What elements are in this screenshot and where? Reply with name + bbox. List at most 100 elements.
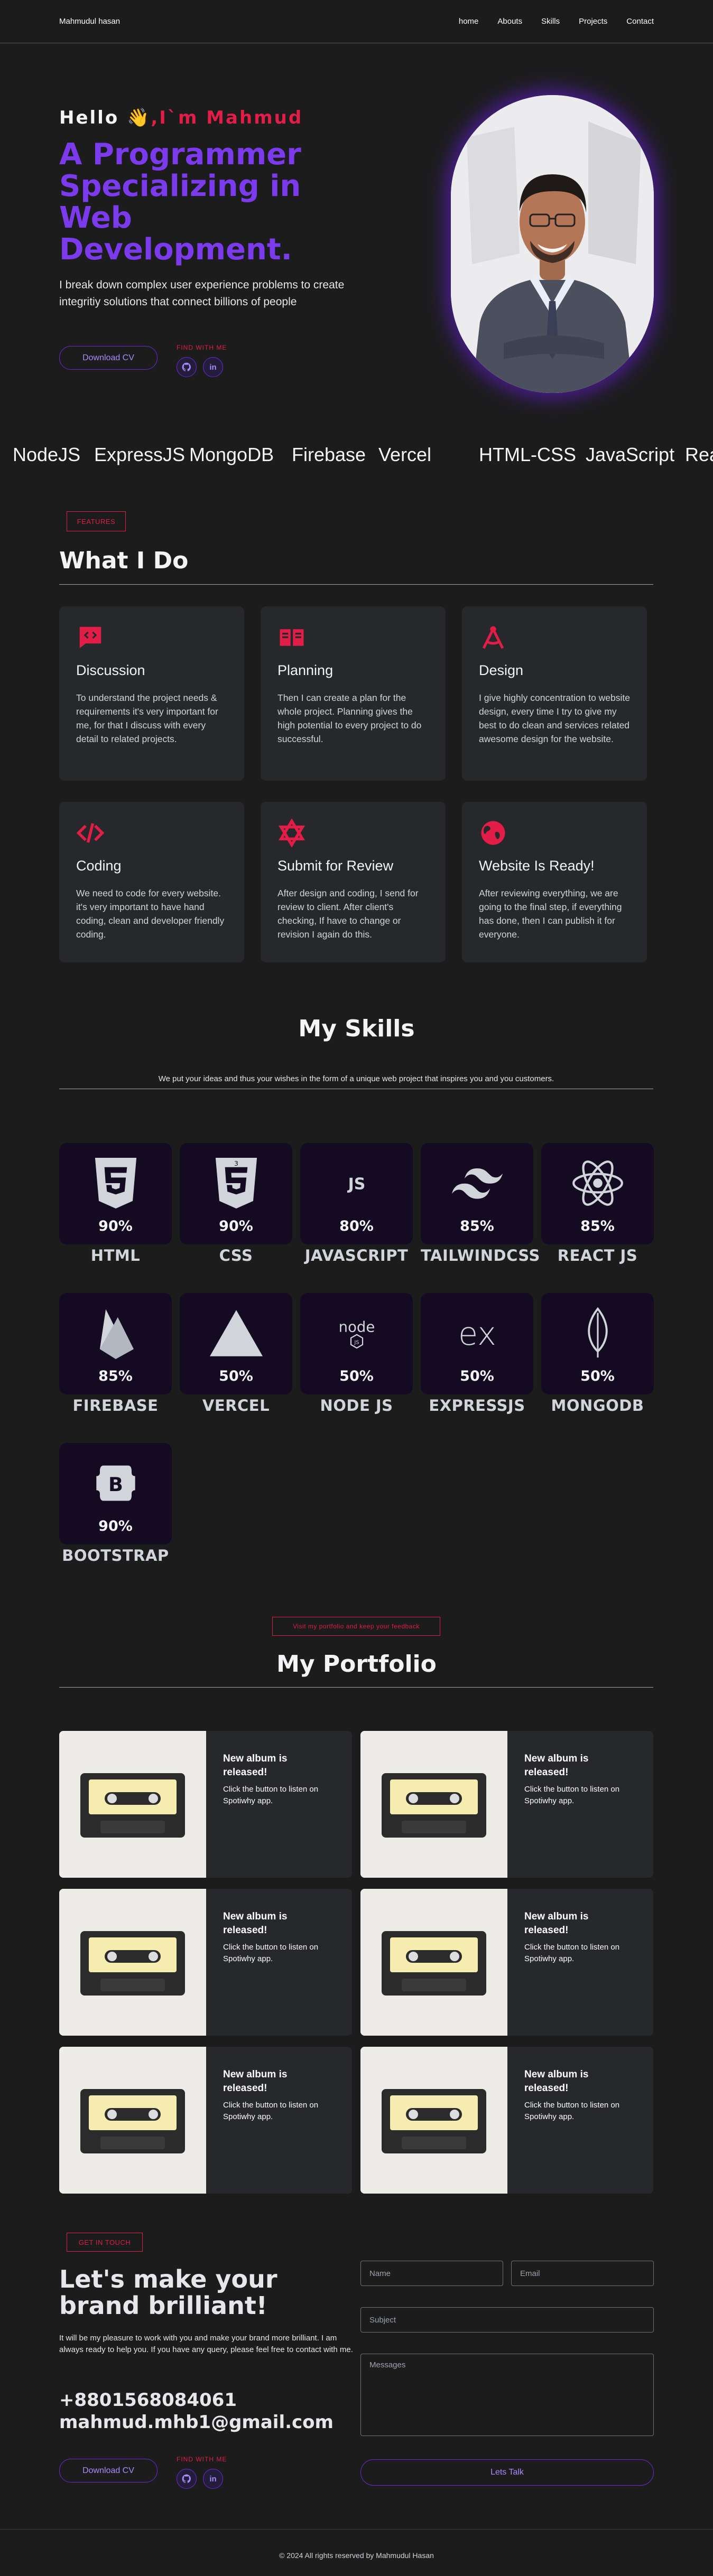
feature-text: We need to code for every website. it's … xyxy=(76,888,225,940)
skill-card-tailwind: 85% xyxy=(421,1143,533,1244)
skill-name: CSS xyxy=(219,1247,253,1264)
linkedin-icon[interactable]: in xyxy=(203,2469,223,2489)
skill-name: BOOTSTRAP xyxy=(62,1547,169,1565)
feature-text: I give highly concentration to website d… xyxy=(479,692,630,744)
tech-item: JavaScript xyxy=(586,444,675,465)
bootstrap-icon: B xyxy=(87,1457,145,1510)
name-input[interactable] xyxy=(360,2261,503,2286)
wave-hand-icon: 👋 xyxy=(127,107,151,128)
nav-link-abouts[interactable]: Abouts xyxy=(497,17,522,26)
express-icon: ex xyxy=(448,1307,506,1360)
vercel-icon xyxy=(207,1307,265,1360)
find-with-me-label: FIND WITH ME xyxy=(177,344,227,351)
brand-name[interactable]: Mahmudul hasan xyxy=(59,17,120,26)
tech-item: Firebase xyxy=(292,444,366,465)
my-skills-title: My Skills xyxy=(298,1015,415,1042)
nav-link-home[interactable]: home xyxy=(459,17,479,26)
portfolio-card[interactable]: New album is released! Click the button … xyxy=(360,1889,653,2036)
profile-portrait xyxy=(451,95,654,393)
portfolio-title: New album is released! xyxy=(524,1753,589,1778)
email-input[interactable] xyxy=(511,2261,654,2286)
skill-percent: 90% xyxy=(219,1218,253,1234)
github-icon[interactable] xyxy=(177,357,197,377)
feature-card-coding: Coding We need to code for every website… xyxy=(59,802,244,962)
star-of-david-icon xyxy=(277,818,306,848)
html5-icon xyxy=(87,1157,145,1210)
cassette-image xyxy=(360,1731,507,1878)
cassette-image xyxy=(59,1731,206,1878)
planning-icon xyxy=(277,623,306,652)
contact-download-cv-button[interactable]: Download CV xyxy=(59,2459,158,2483)
skill-percent: 50% xyxy=(580,1368,615,1384)
feature-card-ready: Website Is Ready! After reviewing everyt… xyxy=(462,802,647,962)
contact-email[interactable]: mahmud.mhb1@gmail.com xyxy=(59,2412,334,2433)
feature-text: After reviewing everything, we are going… xyxy=(479,888,622,940)
cassette-image xyxy=(59,1889,206,2036)
get-in-touch-tag: GET IN TOUCH xyxy=(67,2233,143,2252)
skill-card-express: ex 50% xyxy=(421,1293,533,1394)
feature-text: After design and coding, I send for revi… xyxy=(277,888,419,940)
skill-card-javascript: JS 80% xyxy=(300,1143,413,1244)
message-textarea[interactable] xyxy=(360,2354,654,2436)
portfolio-card[interactable]: New album is released! Click the button … xyxy=(360,2047,653,2194)
skill-name: REACT JS xyxy=(557,1247,638,1264)
portfolio-title: New album is released! xyxy=(223,2069,288,2094)
github-icon[interactable] xyxy=(177,2469,197,2489)
skill-card-bootstrap: B 90% xyxy=(59,1443,172,1544)
linkedin-icon[interactable]: in xyxy=(203,357,223,377)
skills-subtitle: We put your ideas and thus your wishes i… xyxy=(158,1074,554,1083)
hero-greeting: Hello 👋,I`m Mahmud xyxy=(59,107,303,128)
nav-link-contact[interactable]: Contact xyxy=(626,17,654,26)
react-icon xyxy=(569,1157,627,1210)
nav-link-skills[interactable]: Skills xyxy=(541,17,560,26)
lets-talk-button[interactable]: Lets Talk xyxy=(360,2459,654,2486)
svg-text:ex: ex xyxy=(458,1316,496,1353)
skill-card-css: 3 90% xyxy=(180,1143,292,1244)
portfolio-title: New album is released! xyxy=(223,1753,288,1778)
tailwind-icon xyxy=(448,1157,506,1210)
skill-name: EXPRESSJS xyxy=(429,1397,525,1415)
skill-percent: 85% xyxy=(460,1218,494,1234)
tech-item: Vercel xyxy=(378,444,432,465)
top-navbar: Mahmudul hasan home Abouts Skills Projec… xyxy=(0,0,713,43)
svg-text:JS: JS xyxy=(354,1340,359,1346)
cassette-image xyxy=(59,2047,206,2194)
portfolio-text: Click the button to listen on Spotiwhy a… xyxy=(524,1943,620,1963)
chat-code-icon xyxy=(76,623,105,652)
firebase-icon xyxy=(87,1307,145,1360)
section-divider xyxy=(59,584,653,585)
greeting-name: ,I`m Mahmud xyxy=(151,107,303,128)
feature-title: Planning xyxy=(277,662,334,678)
portfolio-card[interactable]: New album is released! Click the button … xyxy=(59,2047,352,2194)
portfolio-text: Click the button to listen on Spotiwhy a… xyxy=(524,1785,620,1805)
skill-card-nodejs: node JS 50% xyxy=(300,1293,413,1394)
skill-card-mongodb: 50% xyxy=(541,1293,654,1394)
feature-text: To understand the project needs & requir… xyxy=(76,692,218,744)
feature-title: Website Is Ready! xyxy=(479,858,595,874)
skill-card-react: 85% xyxy=(541,1143,654,1244)
skill-name: HTML xyxy=(90,1247,141,1264)
my-portfolio-title: My Portfolio xyxy=(276,1651,437,1678)
skill-percent: 90% xyxy=(98,1218,133,1234)
feature-card-design: Design I give highly concentration to we… xyxy=(462,606,647,781)
tech-item: ExpressJS xyxy=(94,444,186,465)
nav-link-projects[interactable]: Projects xyxy=(579,17,607,26)
feature-card-planning: Planning Then I can create a plan for th… xyxy=(261,606,446,781)
contact-title: Let's make your brand brilliant! xyxy=(59,2265,277,2320)
tech-item: HTML-CSS xyxy=(479,444,577,465)
download-cv-button[interactable]: Download CV xyxy=(59,346,158,370)
hero-tagline: I break down complex user experience pro… xyxy=(59,279,345,308)
tech-item: Rea xyxy=(685,444,713,465)
portfolio-card[interactable]: New album is released! Click the button … xyxy=(59,1731,352,1878)
subject-input[interactable] xyxy=(360,2307,654,2333)
portfolio-card[interactable]: New album is released! Click the button … xyxy=(360,1731,653,1878)
svg-text:3: 3 xyxy=(234,1159,238,1167)
svg-text:node: node xyxy=(338,1318,375,1335)
footer-copyright: © 2024 All rights reserved by Mahmudul H… xyxy=(279,2551,434,2560)
portfolio-card[interactable]: New album is released! Click the button … xyxy=(59,1889,352,2036)
contact-phone[interactable]: +8801568084061 xyxy=(59,2390,237,2411)
compass-icon xyxy=(479,623,507,652)
portfolio-title: New album is released! xyxy=(524,2069,589,2094)
skill-name: JAVASCRIPT xyxy=(304,1247,409,1264)
skill-card-vercel: 50% xyxy=(180,1293,292,1394)
